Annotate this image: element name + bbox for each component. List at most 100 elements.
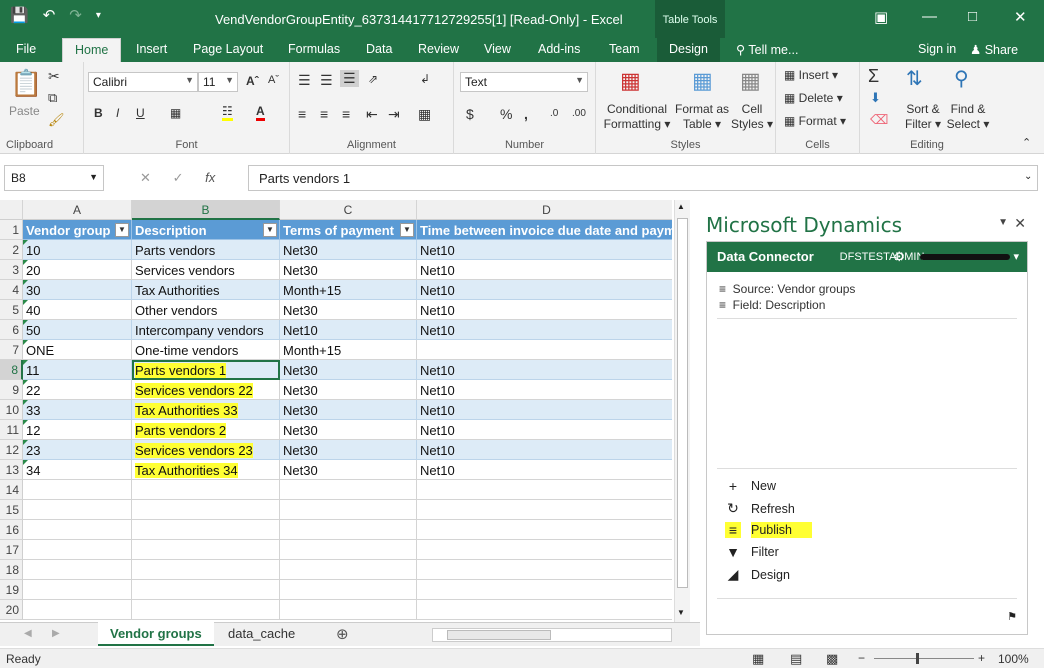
table-cell[interactable]: Net30: [280, 240, 417, 260]
empty-cell[interactable]: [132, 520, 280, 540]
empty-cell[interactable]: [280, 540, 417, 560]
table-cell[interactable]: Month+15: [280, 340, 417, 360]
row-header[interactable]: 16: [0, 520, 23, 540]
empty-cell[interactable]: [417, 600, 672, 620]
tab-review[interactable]: Review: [418, 42, 459, 56]
clear-icon[interactable]: ⌫: [870, 112, 888, 128]
save-icon[interactable]: 💾: [10, 6, 29, 24]
align-center-icon[interactable]: ≡: [320, 106, 328, 122]
tab-design[interactable]: Design: [657, 38, 720, 62]
empty-cell[interactable]: [23, 540, 132, 560]
pane-options-icon[interactable]: ▼: [998, 217, 1008, 228]
page-layout-view-icon[interactable]: ▤: [790, 651, 802, 667]
table-cell[interactable]: Services vendors 22: [132, 380, 280, 400]
table-cell[interactable]: Net10: [417, 320, 672, 340]
format-cells-button[interactable]: ▦ Format ▾: [784, 114, 846, 128]
horizontal-scrollbar[interactable]: [432, 628, 672, 642]
table-cell[interactable]: 33: [23, 400, 132, 420]
add-sheet-icon[interactable]: ⊕: [336, 625, 349, 643]
align-right-icon[interactable]: ≡: [342, 106, 350, 122]
format-as-table-icon[interactable]: ▦: [692, 68, 713, 94]
table-cell[interactable]: Month+15: [280, 280, 417, 300]
scroll-up-icon[interactable]: ▲: [677, 202, 685, 211]
top-align-icon[interactable]: ☰: [298, 72, 311, 89]
table-cell[interactable]: Net30: [280, 440, 417, 460]
table-cell[interactable]: 22: [23, 380, 132, 400]
number-format-select[interactable]: Text ▼: [460, 72, 588, 92]
table-cell[interactable]: 10: [23, 240, 132, 260]
action-publish[interactable]: ≡ Publish: [725, 522, 812, 538]
cancel-icon[interactable]: ✕: [140, 170, 151, 185]
table-header-cell[interactable]: Vendor group ▼: [23, 220, 132, 240]
maximize-icon[interactable]: □: [968, 8, 977, 25]
empty-cell[interactable]: [280, 580, 417, 600]
font-color-icon[interactable]: A: [256, 104, 265, 121]
tab-team[interactable]: Team: [609, 42, 640, 56]
borders-icon[interactable]: ▦: [170, 106, 181, 120]
tab-page-layout[interactable]: Page Layout: [193, 42, 263, 56]
autosum-icon[interactable]: Σ: [868, 66, 879, 87]
table-cell[interactable]: 50: [23, 320, 132, 340]
table-cell[interactable]: Net10: [417, 260, 672, 280]
table-cell[interactable]: Net30: [280, 460, 417, 480]
conditional-formatting-icon[interactable]: ▦: [620, 68, 641, 94]
tab-file[interactable]: File: [16, 42, 36, 56]
empty-cell[interactable]: [23, 600, 132, 620]
shrink-font-icon[interactable]: Aˇ: [268, 74, 279, 86]
table-cell[interactable]: Net10: [417, 400, 672, 420]
table-cell[interactable]: Net30: [280, 420, 417, 440]
table-cell[interactable]: Net10: [417, 420, 672, 440]
fill-icon[interactable]: ⬇: [870, 90, 881, 106]
empty-cell[interactable]: [132, 600, 280, 620]
empty-cell[interactable]: [23, 480, 132, 500]
formula-input[interactable]: Parts vendors 1: [248, 165, 1038, 191]
column-header-a[interactable]: A: [23, 200, 132, 220]
filter-dropdown-icon[interactable]: ▼: [115, 223, 129, 237]
row-header[interactable]: 9: [0, 380, 23, 400]
empty-cell[interactable]: [23, 500, 132, 520]
zoom-level[interactable]: 100%: [998, 652, 1029, 666]
normal-view-icon[interactable]: ▦: [752, 651, 764, 667]
minimize-icon[interactable]: —: [922, 8, 937, 25]
increase-indent-icon[interactable]: ⇥: [388, 106, 400, 123]
empty-cell[interactable]: [417, 540, 672, 560]
sort-filter-icon[interactable]: ⇅: [906, 66, 923, 91]
zoom-slider[interactable]: [874, 658, 974, 659]
tab-home[interactable]: Home: [62, 38, 122, 64]
redo-icon[interactable]: ↷: [69, 6, 82, 24]
empty-cell[interactable]: [280, 560, 417, 580]
format-painter-icon[interactable]: 🖌: [48, 112, 65, 128]
collapse-ribbon-icon[interactable]: ⌃: [1022, 136, 1031, 149]
filter-dropdown-icon[interactable]: ▼: [400, 223, 414, 237]
row-header[interactable]: 1: [0, 220, 23, 240]
zoom-slider-thumb[interactable]: [916, 653, 919, 664]
pane-close-icon[interactable]: ✕: [1014, 215, 1026, 232]
table-cell[interactable]: 30: [23, 280, 132, 300]
bold-icon[interactable]: B: [94, 106, 103, 120]
row-header[interactable]: 19: [0, 580, 23, 600]
select-all-corner[interactable]: [0, 200, 23, 220]
sheet-tab-vendor-groups[interactable]: Vendor groups: [98, 622, 214, 646]
empty-cell[interactable]: [280, 600, 417, 620]
table-cell[interactable]: Net10: [417, 240, 672, 260]
table-cell[interactable]: 12: [23, 420, 132, 440]
cell-styles-button[interactable]: Cell Styles ▾: [728, 102, 776, 132]
sign-in-link[interactable]: Sign in: [918, 42, 956, 56]
action-new[interactable]: + New: [725, 478, 776, 494]
row-header[interactable]: 2: [0, 240, 23, 260]
tab-add-ins[interactable]: Add-ins: [538, 42, 580, 56]
fill-color-icon[interactable]: ☷: [222, 104, 233, 121]
page-break-view-icon[interactable]: ▩: [826, 651, 838, 667]
table-cell[interactable]: Parts vendors 2: [132, 420, 280, 440]
table-cell[interactable]: Net30: [280, 300, 417, 320]
zoom-out-icon[interactable]: −: [858, 651, 865, 665]
scroll-thumb[interactable]: [677, 218, 688, 588]
table-cell[interactable]: Other vendors: [132, 300, 280, 320]
percent-icon[interactable]: %: [500, 106, 512, 122]
empty-cell[interactable]: [417, 580, 672, 600]
column-header-c[interactable]: C: [280, 200, 417, 220]
table-cell[interactable]: Tax Authorities 33: [132, 400, 280, 420]
bottom-align-icon[interactable]: ☰: [340, 70, 359, 87]
format-as-table-button[interactable]: Format as Table ▾: [672, 102, 732, 132]
close-icon[interactable]: ✕: [1014, 8, 1027, 26]
